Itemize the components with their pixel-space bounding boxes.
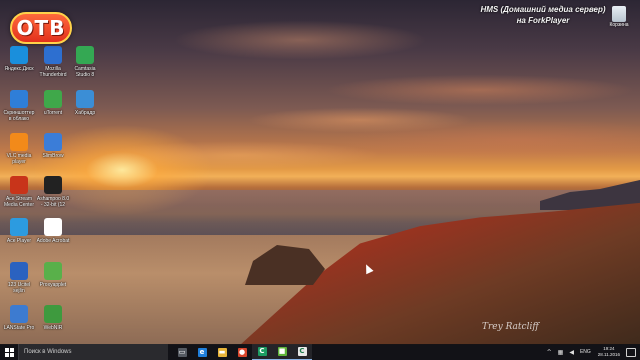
network-icon[interactable]: ▦ xyxy=(558,349,564,356)
green-app-icon: ■ xyxy=(277,347,287,356)
taskbar-file-explorer-button[interactable]: ▬ xyxy=(212,344,232,360)
desktop-shortcut[interactable]: VLC media player xyxy=(2,133,36,165)
otb-logo: OTB xyxy=(10,12,72,44)
desktop-shortcut-label: LANState Pro xyxy=(3,325,35,331)
task-view-icon: ▭ xyxy=(177,347,187,357)
desktop-shortcut[interactable]: SlimBrow xyxy=(36,133,70,159)
desktop-shortcut[interactable]: Mozilla Thunderbird xyxy=(36,46,70,78)
desktop-shortcut-label: Ace Player xyxy=(6,238,32,244)
proxy-icon xyxy=(44,262,62,280)
desktop-shortcut[interactable]: Скриншоттер в облако xyxy=(2,90,36,122)
language-indicator[interactable]: ENG xyxy=(580,349,591,355)
tv-icon xyxy=(10,262,28,280)
desktop-shortcut-label: uTorrent xyxy=(43,110,63,116)
taskbar-edge-button[interactable]: e xyxy=(192,344,212,360)
desktop-shortcut[interactable]: uTorrent xyxy=(36,90,70,116)
clock-date: 28.11.2016 xyxy=(597,352,620,357)
system-tray: ^ ▦ ◀ ENG 19:24 28.11.2016 xyxy=(544,344,640,360)
desktop-shortcut[interactable]: Ace Player xyxy=(2,218,36,244)
start-button[interactable] xyxy=(0,344,18,360)
desktop-shortcut[interactable]: Ashampoo 8.0 - 32-bit (12 xyxy=(36,176,70,208)
desktop-shortcut-label: Mozilla Thunderbird xyxy=(39,66,67,78)
desktop-shortcut[interactable]: Proxyapplet xyxy=(36,262,70,288)
desktop-shortcut-label: Ace Stream Media Center xyxy=(3,196,34,208)
recycle-bin-icon xyxy=(612,6,626,22)
desktop-shortcut-label: WebNIR xyxy=(43,325,63,331)
video-caption: HMS (Домашний медиа сервер) на ForkPlaye… xyxy=(468,4,618,26)
taskbar-camtasia-recorder-button[interactable]: C xyxy=(292,344,312,360)
desktop-shortcut[interactable]: WebNIR xyxy=(36,305,70,331)
thunderbird-icon xyxy=(44,46,62,64)
taskbar-camtasia-button[interactable]: C xyxy=(252,344,272,360)
chrome-icon: ● xyxy=(237,347,247,357)
taskbar-task-view-button[interactable]: ▭ xyxy=(172,344,192,360)
caption-line-2: на ForkPlayer xyxy=(516,16,570,25)
desktop-shortcut-label: Хабрадр xyxy=(74,110,96,116)
clapper-icon xyxy=(44,176,62,194)
yandex-disk-icon xyxy=(10,46,28,64)
webnir-icon xyxy=(44,305,62,323)
camtasia-icon xyxy=(76,46,94,64)
camtasia-recorder-icon: C xyxy=(297,347,307,356)
desktop-shortcut[interactable]: Adobe Acrobat xyxy=(36,218,70,244)
search-placeholder: Поиск в Windows xyxy=(24,349,72,355)
utorrent-icon xyxy=(44,90,62,108)
taskbar-search[interactable]: Поиск в Windows xyxy=(18,344,168,360)
taskbar: Поиск в Windows ▭ e ▬ ● C ■ C ^ ▦ ◀ ENG 19:24 … xyxy=(0,344,640,360)
camtasia-icon: C xyxy=(257,347,267,356)
desktop-shortcut[interactable]: Хабрадр xyxy=(68,90,102,116)
notifications-icon[interactable] xyxy=(626,347,636,357)
caption-line-1: HMS (Домашний медиа сервер) xyxy=(480,5,606,14)
volume-icon[interactable]: ◀ xyxy=(569,349,574,356)
desktop-shortcut-label: Adobe Acrobat xyxy=(36,238,70,244)
desktop-shortcut-label: SlimBrow xyxy=(42,153,64,159)
ace-player-icon xyxy=(10,218,28,236)
desktop-shortcut-label: Proxyapplet xyxy=(39,282,67,288)
recycle-bin-label: Корзина xyxy=(609,22,629,28)
desktop-shortcut[interactable]: 123 Ucitel sejšn xyxy=(2,262,36,294)
acestream-icon xyxy=(10,176,28,194)
desktop-shortcut[interactable]: LANState Pro xyxy=(2,305,36,331)
windows-logo-icon xyxy=(4,347,14,357)
vlc-icon xyxy=(10,133,28,151)
screenshot-icon xyxy=(10,90,28,108)
desktop-shortcut[interactable]: Ace Stream Media Center xyxy=(2,176,36,208)
taskbar-clock[interactable]: 19:24 28.11.2016 xyxy=(598,346,620,358)
desktop-shortcut-label: Ashampoo 8.0 - 32-bit (12 xyxy=(36,196,70,208)
desktop-shortcut[interactable]: Camtasia Studio 8 xyxy=(68,46,102,78)
taskbar-green-app-button[interactable]: ■ xyxy=(272,344,292,360)
file-explorer-icon: ▬ xyxy=(217,347,227,357)
photographer-signature: Trey Ratcliff xyxy=(482,322,539,332)
lanstate-icon xyxy=(10,305,28,323)
desktop-shortcut-label: VLC media player xyxy=(6,153,32,165)
tray-chevron-icon[interactable]: ^ xyxy=(547,349,552,356)
acrobat-icon xyxy=(44,218,62,236)
taskbar-chrome-button[interactable]: ● xyxy=(232,344,252,360)
monitor-icon xyxy=(76,90,94,108)
desktop-shortcut-label: Яндекс.Диск xyxy=(4,66,34,72)
edge-icon: e xyxy=(197,347,207,357)
desktop-shortcut-label: Скриншоттер в облако xyxy=(3,110,35,122)
desktop-shortcut[interactable]: Яндекс.Диск xyxy=(2,46,36,72)
desktop-shortcut-label: Camtasia Studio 8 xyxy=(74,66,96,78)
slimbrowser-icon xyxy=(44,133,62,151)
recycle-bin[interactable]: Корзина xyxy=(604,6,634,28)
desktop-shortcut-label: 123 Ucitel sejšn xyxy=(7,282,31,294)
